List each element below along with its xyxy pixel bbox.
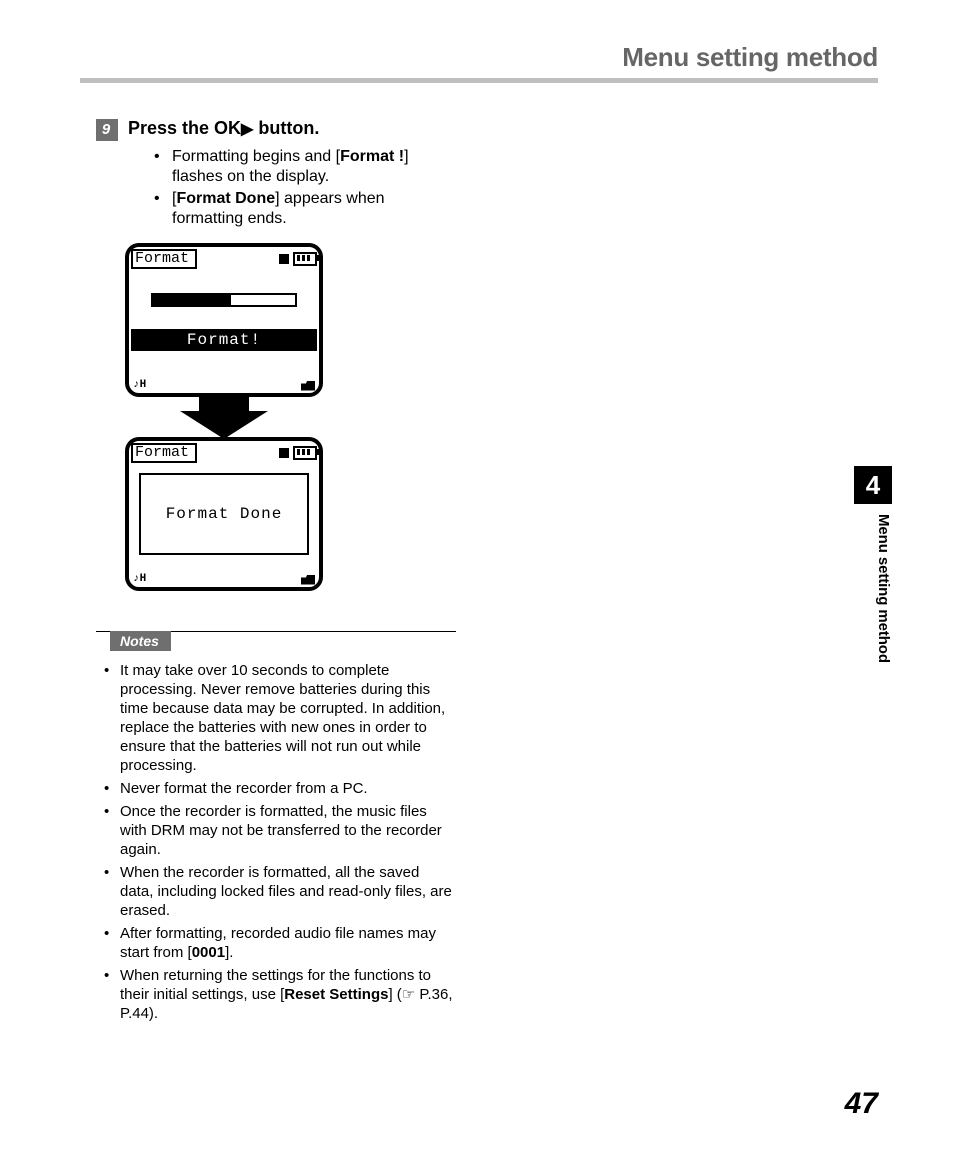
lcd-status-icons (279, 252, 317, 266)
note-text: It may take over 10 seconds to complete … (120, 662, 445, 774)
chapter-side-label: Menu setting method (854, 514, 892, 663)
lcd-screen-done: Format Format Done ♪H (125, 437, 323, 591)
step-suffix: button. (253, 118, 319, 138)
reset-settings-label: Reset Settings (284, 986, 388, 1003)
stop-icon (279, 448, 289, 458)
step-instruction: 9 Press the OK▶ button. (96, 118, 458, 141)
list-item: [Format Done] appears when formatting en… (154, 189, 458, 229)
list-item: Formatting begins and [Format !] flashes… (154, 147, 458, 187)
page-header-title: Menu setting method (622, 42, 878, 73)
list-item: It may take over 10 seconds to complete … (100, 661, 456, 775)
progress-bar (151, 293, 297, 307)
ok-button-label: OK (214, 118, 241, 138)
format-done-label: Format Done (176, 190, 275, 207)
arrow-down-icon (124, 395, 324, 439)
stop-icon (279, 254, 289, 264)
mic-quality-icon: ♪H (133, 379, 146, 391)
chapter-number-badge: 4 (854, 466, 892, 504)
lcd-status-icons (279, 446, 317, 460)
filename-0001: 0001 (192, 944, 225, 961)
folder-icon (301, 575, 315, 585)
notes-badge: Notes (110, 631, 171, 651)
text: After formatting, recorded audio file na… (120, 925, 436, 961)
lcd-illustration-group: Format Format! ♪H (124, 243, 324, 591)
step-text: Press the OK▶ button. (128, 118, 319, 139)
list-item: When the recorder is formatted, all the … (100, 863, 456, 920)
list-item: Never format the recorder from a PC. (100, 779, 456, 798)
note-text: Never format the recorder from a PC. (120, 780, 368, 797)
lcd-screen-formatting: Format Format! ♪H (125, 243, 323, 397)
lcd-titlebar: Format (131, 443, 317, 463)
battery-icon (293, 252, 317, 266)
text: ]. (225, 944, 233, 961)
format-excl-label: Format ! (340, 148, 404, 165)
step-number: 9 (102, 121, 110, 138)
header-divider (80, 78, 878, 83)
list-item: Once the recorder is formatted, the musi… (100, 802, 456, 859)
lcd-title: Format (131, 249, 197, 269)
lcd-footer: ♪H (133, 377, 315, 391)
notes-list: It may take over 10 seconds to complete … (96, 661, 456, 1023)
play-icon: ▶ (241, 121, 253, 138)
progress-fill (153, 295, 231, 305)
mic-quality-icon: ♪H (133, 573, 146, 585)
battery-icon (293, 446, 317, 460)
page-number: 47 (845, 1087, 878, 1121)
note-text: Once the recorder is formatted, the musi… (120, 803, 442, 858)
lcd-titlebar: Format (131, 249, 317, 269)
lcd-footer: ♪H (133, 571, 315, 585)
chapter-number: 4 (866, 470, 880, 501)
manual-page: Menu setting method 4 Menu setting metho… (0, 0, 954, 1159)
content-column: 9 Press the OK▶ button. Formatting begin… (96, 118, 458, 1027)
text: Formatting begins and [ (172, 148, 340, 165)
lcd-title: Format (131, 443, 197, 463)
lcd-banner: Format! (131, 329, 317, 351)
folder-icon (301, 381, 315, 391)
step-number-badge: 9 (96, 119, 118, 141)
step-prefix: Press the (128, 118, 214, 138)
lcd-message: Format Done (139, 473, 309, 555)
notes-section: Notes It may take over 10 seconds to com… (96, 631, 456, 1023)
list-item: When returning the settings for the func… (100, 966, 456, 1023)
list-item: After formatting, recorded audio file na… (100, 924, 456, 962)
step-detail-list: Formatting begins and [Format !] flashes… (154, 147, 458, 229)
note-text: When the recorder is formatted, all the … (120, 864, 452, 919)
